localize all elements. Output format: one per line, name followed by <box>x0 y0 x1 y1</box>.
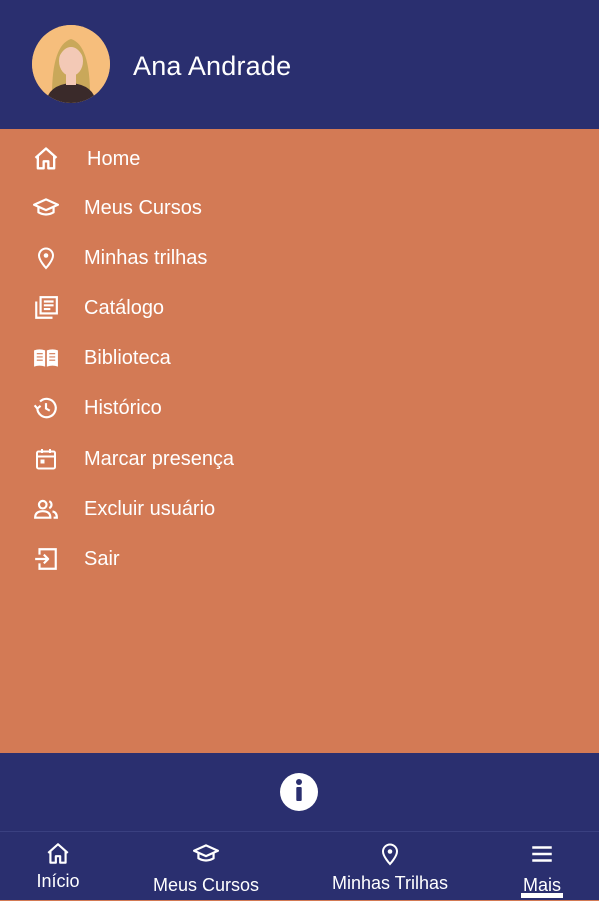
drawer-menu: Home Meus Cursos Minhas trilhas Catálogo… <box>0 133 599 753</box>
info-bar <box>0 753 599 831</box>
menu-item-label: Biblioteca <box>84 347 171 369</box>
nav-tab-inicio[interactable]: Início <box>20 832 96 901</box>
catalog-icon <box>32 294 60 322</box>
calendar-icon <box>32 445 60 473</box>
menu-item-biblioteca[interactable]: Biblioteca <box>0 333 599 383</box>
active-tab-indicator <box>521 893 563 898</box>
menu-item-label: Catálogo <box>84 297 165 319</box>
nav-tab-label: Minhas Trilhas <box>331 873 449 893</box>
menu-item-sair[interactable]: Sair <box>0 534 599 584</box>
nav-tab-label: Início <box>36 871 80 891</box>
history-icon <box>32 394 60 422</box>
book-open-icon <box>32 344 60 372</box>
home-icon <box>32 145 60 173</box>
user-name: Ana Andrade <box>133 51 292 81</box>
menu-item-home[interactable]: Home <box>0 134 599 184</box>
location-pin-icon <box>376 840 404 868</box>
location-pin-icon <box>32 244 60 272</box>
menu-item-minhas-trilhas[interactable]: Minhas trilhas <box>0 233 599 283</box>
graduation-cap-icon <box>192 840 220 868</box>
nav-tab-mais[interactable]: Mais <box>512 832 572 901</box>
user-avatar <box>32 25 110 103</box>
nav-tab-meus-cursos[interactable]: Meus Cursos <box>146 832 266 901</box>
home-icon <box>44 840 72 868</box>
menu-item-label: Meus Cursos <box>84 197 202 219</box>
nav-tab-label: Meus Cursos <box>152 875 260 895</box>
graduation-cap-icon <box>32 194 60 222</box>
menu-item-meus-cursos[interactable]: Meus Cursos <box>0 183 599 233</box>
menu-item-excluir-usuario[interactable]: Excluir usuário <box>0 484 599 534</box>
menu-item-historico[interactable]: Histórico <box>0 383 599 433</box>
menu-item-label: Minhas trilhas <box>84 247 208 269</box>
menu-item-catalogo[interactable]: Catálogo <box>0 283 599 333</box>
nav-tab-minhas-trilhas[interactable]: Minhas Trilhas <box>324 832 456 901</box>
info-button[interactable] <box>280 773 318 811</box>
menu-icon <box>528 840 556 868</box>
bottom-navigation: Início Meus Cursos Minhas Trilhas Mais <box>0 831 599 900</box>
menu-item-label: Home <box>87 148 141 170</box>
info-icon <box>280 771 318 814</box>
menu-item-label: Sair <box>84 548 120 570</box>
menu-item-marcar-presenca[interactable]: Marcar presença <box>0 434 599 484</box>
drawer-header: Ana Andrade <box>0 0 599 129</box>
menu-item-label: Marcar presença <box>84 448 235 470</box>
menu-item-label: Excluir usuário <box>84 498 216 520</box>
users-icon <box>32 495 60 523</box>
menu-item-label: Histórico <box>84 397 162 419</box>
logout-icon <box>32 545 60 573</box>
